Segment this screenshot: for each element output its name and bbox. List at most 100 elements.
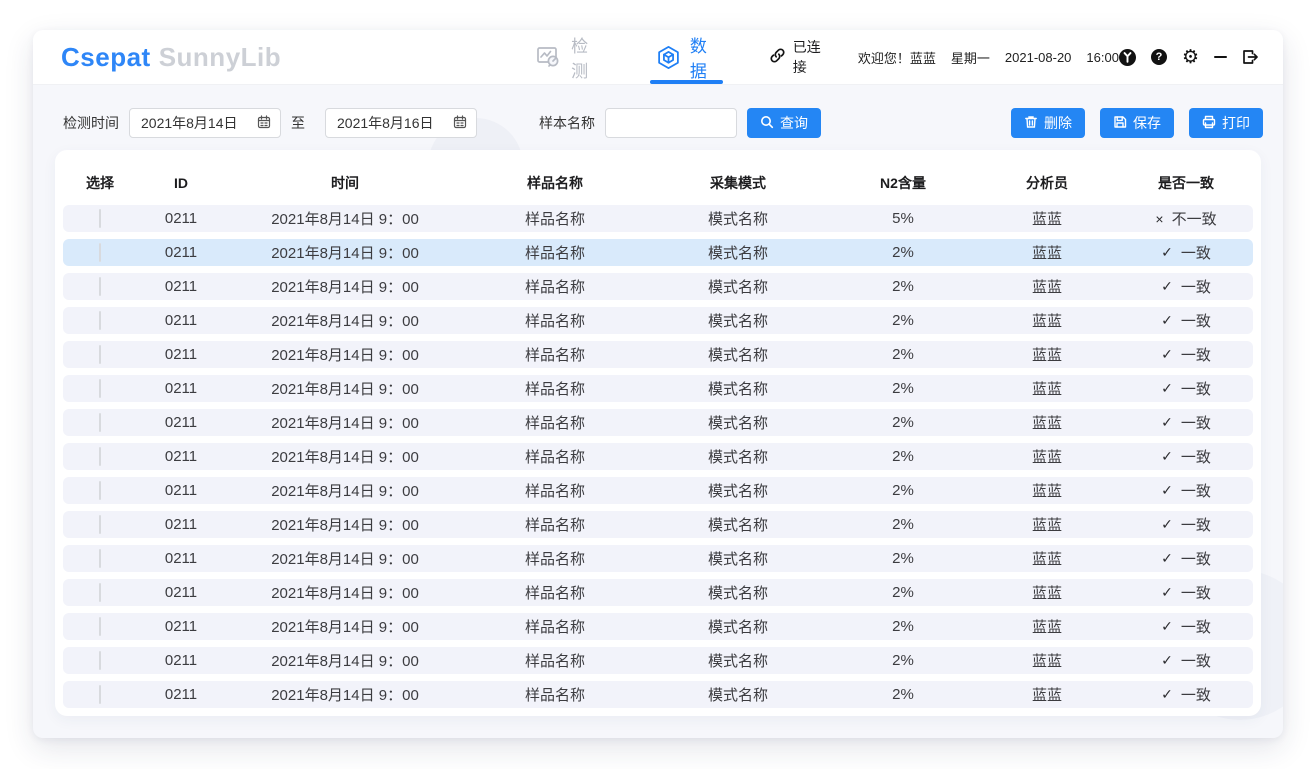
cell-id: 0211 xyxy=(137,550,225,567)
consistency-status-icon: ✓ xyxy=(1161,550,1173,567)
filter-bar: 检测时间 2021年8月14日 至 2021年8月16日 xyxy=(63,108,1263,138)
settings-gear-icon[interactable]: ⚙ xyxy=(1182,48,1199,67)
cell-n2: 2% xyxy=(831,584,975,601)
cell-analyst: 蓝蓝 xyxy=(975,582,1119,603)
row-checkbox[interactable] xyxy=(99,243,101,262)
consistency-status-label: 一致 xyxy=(1181,582,1211,603)
query-button-label: 查询 xyxy=(780,113,808,133)
delete-button[interactable]: 删除 xyxy=(1011,108,1085,138)
table-row[interactable]: 0211 2021年8月14日 9：00 样品名称 模式名称 2% 蓝蓝 ✓ 一… xyxy=(63,409,1253,436)
row-checkbox[interactable] xyxy=(99,209,101,228)
print-button[interactable]: 打印 xyxy=(1189,108,1263,138)
cell-time: 2021年8月14日 9：00 xyxy=(225,344,465,365)
search-icon xyxy=(760,115,774,132)
cell-analyst: 蓝蓝 xyxy=(975,480,1119,501)
table-row[interactable]: 0211 2021年8月14日 9：00 样品名称 模式名称 2% 蓝蓝 ✓ 一… xyxy=(63,239,1253,266)
save-button[interactable]: 保存 xyxy=(1100,108,1174,138)
row-checkbox[interactable] xyxy=(99,685,101,704)
table-row[interactable]: 0211 2021年8月14日 9：00 样品名称 模式名称 2% 蓝蓝 ✓ 一… xyxy=(63,477,1253,504)
cell-sample: 样品名称 xyxy=(465,412,645,433)
cell-time: 2021年8月14日 9：00 xyxy=(225,276,465,297)
cell-id: 0211 xyxy=(137,244,225,261)
cell-consistency: ✓ 一致 xyxy=(1119,344,1253,365)
table-row[interactable]: 0211 2021年8月14日 9：00 样品名称 模式名称 2% 蓝蓝 ✓ 一… xyxy=(63,545,1253,572)
table-row[interactable]: 0211 2021年8月14日 9：00 样品名称 模式名称 2% 蓝蓝 ✓ 一… xyxy=(63,341,1253,368)
row-checkbox[interactable] xyxy=(99,413,101,432)
row-checkbox[interactable] xyxy=(99,481,101,500)
row-checkbox[interactable] xyxy=(99,617,101,636)
cell-analyst: 蓝蓝 xyxy=(975,344,1119,365)
row-checkbox[interactable] xyxy=(99,311,101,330)
cell-sample: 样品名称 xyxy=(465,378,645,399)
cell-consistency: ✓ 一致 xyxy=(1119,684,1253,705)
cell-time: 2021年8月14日 9：00 xyxy=(225,242,465,263)
cell-time: 2021年8月14日 9：00 xyxy=(225,208,465,229)
consistency-status-label: 一致 xyxy=(1181,242,1211,263)
cell-mode: 模式名称 xyxy=(645,344,831,365)
cell-mode: 模式名称 xyxy=(645,208,831,229)
cell-mode: 模式名称 xyxy=(645,276,831,297)
consistency-status-label: 一致 xyxy=(1181,310,1211,331)
to-label: 至 xyxy=(291,113,305,133)
date-from-input[interactable]: 2021年8月14日 xyxy=(129,108,281,138)
tab-data-label: 数据 xyxy=(690,32,717,82)
sample-name-label: 样本名称 xyxy=(539,113,595,133)
table-row[interactable]: 0211 2021年8月14日 9：00 样品名称 模式名称 2% 蓝蓝 ✓ 一… xyxy=(63,647,1253,674)
logout-icon[interactable] xyxy=(1242,49,1259,65)
cell-id: 0211 xyxy=(137,380,225,397)
cell-id: 0211 xyxy=(137,210,225,227)
cell-sample: 样品名称 xyxy=(465,480,645,501)
cell-consistency: ✓ 一致 xyxy=(1119,242,1253,263)
app-window: Csepat SunnyLib 检测 xyxy=(33,30,1283,738)
cell-time: 2021年8月14日 9：00 xyxy=(225,378,465,399)
cell-analyst: 蓝蓝 xyxy=(975,548,1119,569)
tab-data[interactable]: 数据 xyxy=(656,30,717,84)
table-row[interactable]: 0211 2021年8月14日 9：00 样品名称 模式名称 2% 蓝蓝 ✓ 一… xyxy=(63,443,1253,470)
help-icon[interactable]: ? xyxy=(1151,49,1167,65)
cell-id: 0211 xyxy=(137,584,225,601)
row-checkbox[interactable] xyxy=(99,379,101,398)
table-row[interactable]: 0211 2021年8月14日 9：00 样品名称 模式名称 2% 蓝蓝 ✓ 一… xyxy=(63,579,1253,606)
cell-sample: 样品名称 xyxy=(465,344,645,365)
cell-id: 0211 xyxy=(137,686,225,703)
tab-detection[interactable]: 检测 xyxy=(536,30,598,84)
row-checkbox[interactable] xyxy=(99,277,101,296)
data-cube-icon xyxy=(656,45,681,70)
cell-n2: 2% xyxy=(831,414,975,431)
table-row[interactable]: 0211 2021年8月14日 9：00 样品名称 模式名称 2% 蓝蓝 ✓ 一… xyxy=(63,307,1253,334)
row-checkbox[interactable] xyxy=(99,447,101,466)
cell-consistency: ✓ 一致 xyxy=(1119,378,1253,399)
wrench-icon[interactable] xyxy=(1119,49,1136,66)
cell-sample: 样品名称 xyxy=(465,514,645,535)
row-checkbox[interactable] xyxy=(99,515,101,534)
cell-time: 2021年8月14日 9：00 xyxy=(225,548,465,569)
save-icon xyxy=(1113,115,1127,132)
trash-icon xyxy=(1024,115,1038,132)
calendar-icon xyxy=(257,115,271,132)
row-checkbox[interactable] xyxy=(99,583,101,602)
detection-time-label: 检测时间 xyxy=(63,113,119,133)
query-button[interactable]: 查询 xyxy=(747,108,821,138)
main-nav: 检测 数据 xyxy=(536,30,717,84)
row-checkbox[interactable] xyxy=(99,651,101,670)
table-row[interactable]: 0211 2021年8月14日 9：00 样品名称 模式名称 2% 蓝蓝 ✓ 一… xyxy=(63,375,1253,402)
column-header-consistent: 是否一致 xyxy=(1119,173,1253,193)
minimize-icon[interactable] xyxy=(1214,56,1227,59)
table-row[interactable]: 0211 2021年8月14日 9：00 样品名称 模式名称 2% 蓝蓝 ✓ 一… xyxy=(63,681,1253,708)
table-row[interactable]: 0211 2021年8月14日 9：00 样品名称 模式名称 2% 蓝蓝 ✓ 一… xyxy=(63,273,1253,300)
table-row[interactable]: 0211 2021年8月14日 9：00 样品名称 模式名称 5% 蓝蓝 × 不… xyxy=(63,205,1253,232)
column-header-sample: 样品名称 xyxy=(465,173,645,193)
table-row[interactable]: 0211 2021年8月14日 9：00 样品名称 模式名称 2% 蓝蓝 ✓ 一… xyxy=(63,613,1253,640)
date-to-input[interactable]: 2021年8月16日 xyxy=(325,108,477,138)
connection-label: 已连接 xyxy=(793,37,830,77)
sample-name-input[interactable] xyxy=(605,108,737,138)
cell-sample: 样品名称 xyxy=(465,616,645,637)
cell-id: 0211 xyxy=(137,278,225,295)
row-checkbox[interactable] xyxy=(99,345,101,364)
consistency-status-icon: ✓ xyxy=(1161,312,1173,329)
cell-sample: 样品名称 xyxy=(465,684,645,705)
table-row[interactable]: 0211 2021年8月14日 9：00 样品名称 模式名称 2% 蓝蓝 ✓ 一… xyxy=(63,511,1253,538)
cell-analyst: 蓝蓝 xyxy=(975,650,1119,671)
cell-time: 2021年8月14日 9：00 xyxy=(225,514,465,535)
row-checkbox[interactable] xyxy=(99,549,101,568)
